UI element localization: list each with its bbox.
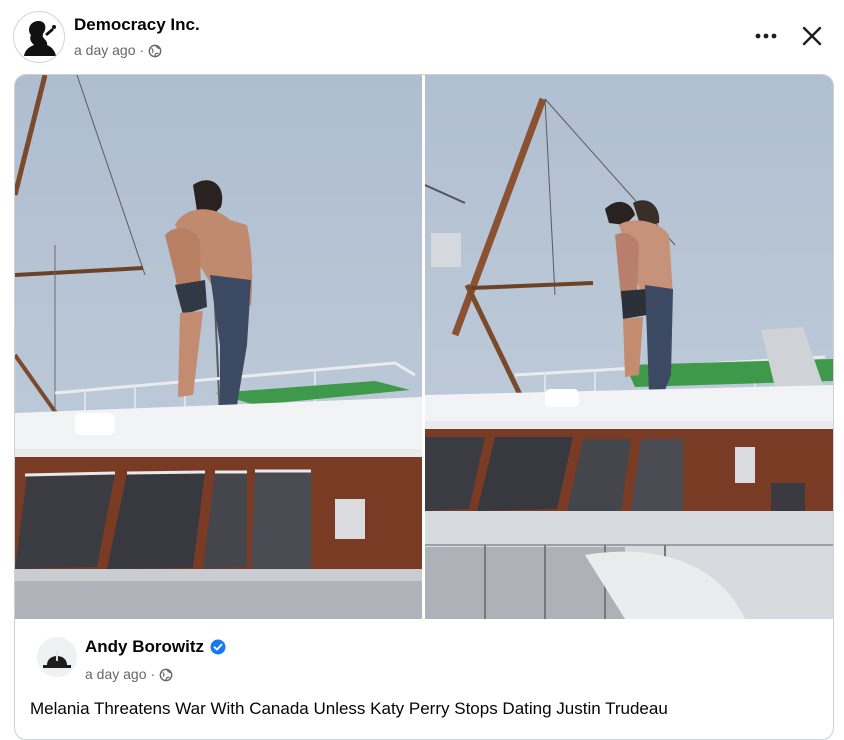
verified-badge-icon bbox=[210, 639, 226, 655]
shared-post-meta: a day ago · bbox=[85, 665, 173, 682]
page-avatar[interactable] bbox=[14, 12, 64, 62]
close-icon bbox=[802, 26, 822, 46]
author-name-row: Andy Borowitz bbox=[85, 637, 226, 657]
post-meta: a day ago · bbox=[74, 41, 162, 58]
shared-post-text: Melania Threatens War With Canada Unless… bbox=[30, 699, 668, 718]
globe-icon bbox=[159, 668, 173, 682]
more-options-icon bbox=[755, 33, 777, 39]
author-avatar[interactable] bbox=[37, 637, 77, 677]
silhouette-logo-icon bbox=[15, 13, 63, 61]
post-timestamp[interactable]: a day ago bbox=[74, 42, 136, 58]
author-avatar-icon bbox=[37, 637, 77, 677]
author-name[interactable]: Andy Borowitz bbox=[85, 637, 204, 657]
meta-separator: · bbox=[150, 665, 156, 682]
photo-collage[interactable] bbox=[15, 75, 833, 619]
photo-left[interactable] bbox=[15, 75, 422, 619]
shared-post-card[interactable]: Andy Borowitz a day ago · Melania Threat… bbox=[14, 74, 834, 740]
shared-post-timestamp[interactable]: a day ago bbox=[85, 666, 147, 682]
close-button[interactable] bbox=[794, 18, 830, 54]
page-name[interactable]: Democracy Inc. bbox=[74, 15, 200, 35]
post-header: Democracy Inc. a day ago · bbox=[0, 0, 844, 72]
meta-separator: · bbox=[139, 41, 145, 58]
photo-right[interactable] bbox=[425, 75, 833, 619]
globe-icon bbox=[148, 44, 162, 58]
more-options-button[interactable] bbox=[748, 18, 784, 54]
